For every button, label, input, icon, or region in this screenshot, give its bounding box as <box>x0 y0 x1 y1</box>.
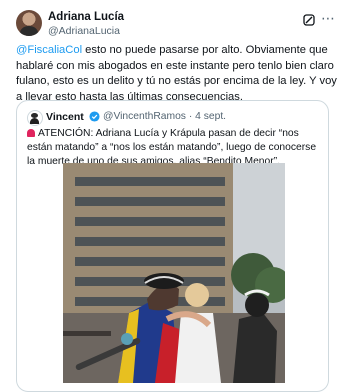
siren-icon <box>27 129 35 137</box>
quoted-author-handle[interactable]: @VincenthRamos <box>103 111 186 122</box>
quoted-meta: @VincenthRamos · 4 sept. <box>103 111 226 122</box>
meta-separator: · <box>185 111 196 122</box>
photo-scene <box>63 163 285 383</box>
quoted-photo[interactable] <box>63 163 285 383</box>
author-handle[interactable]: @AdrianaLucia <box>48 25 120 37</box>
tweet-text: @FiscaliaCol esto no puede pasarse por a… <box>16 43 338 105</box>
more-icon[interactable]: ⋯ <box>321 10 336 27</box>
tweet[interactable]: Adriana Lucía @AdrianaLucia ⋯ @FiscaliaC… <box>0 0 350 392</box>
quoted-author-avatar[interactable] <box>27 110 43 126</box>
quoted-author-name[interactable]: Vincent <box>46 111 84 123</box>
author-avatar[interactable] <box>16 10 42 36</box>
author-name[interactable]: Adriana Lucía <box>48 11 124 23</box>
quoted-date[interactable]: 4 sept. <box>195 111 226 122</box>
mention-link[interactable]: @FiscaliaCol <box>16 44 82 56</box>
verified-badge-icon <box>89 111 100 122</box>
quoted-tweet[interactable]: Vincent @VincenthRamos · 4 sept. ATENCIÓ… <box>16 100 329 392</box>
quoted-body: ATENCIÓN: Adriana Lucía y Krápula pasan … <box>27 128 317 167</box>
grok-icon[interactable] <box>303 14 315 26</box>
